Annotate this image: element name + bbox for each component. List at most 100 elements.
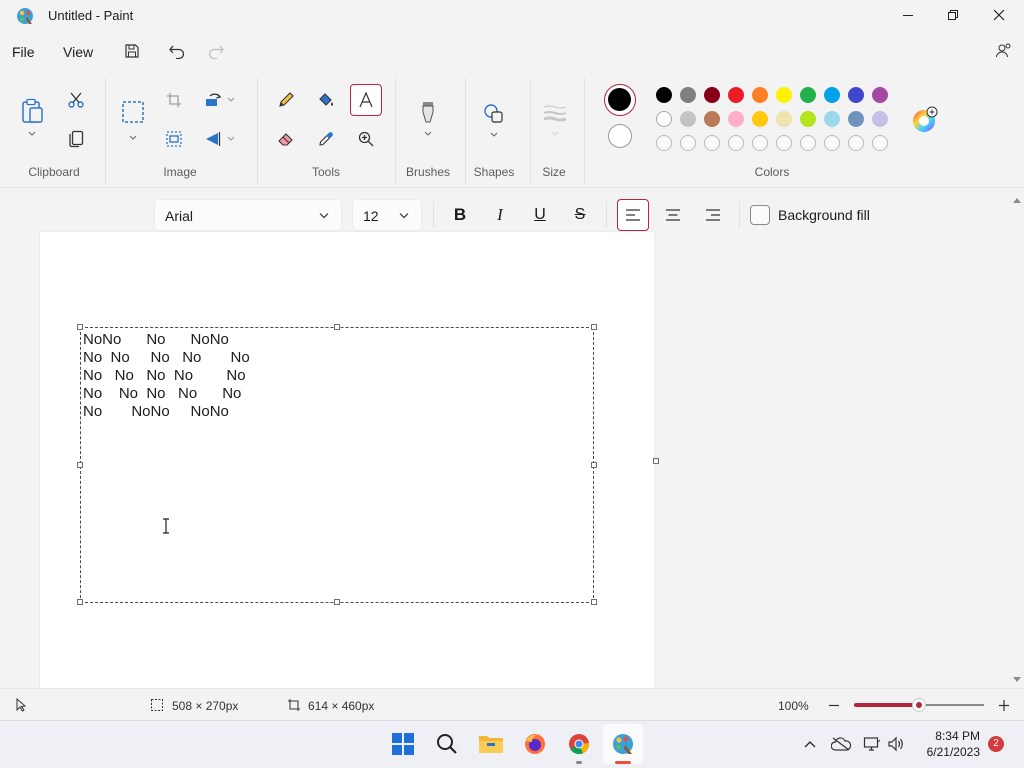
canvas-size: 614 × 460px: [308, 699, 375, 713]
volume-button[interactable]: [886, 734, 906, 754]
edit-colors-button[interactable]: [908, 104, 940, 136]
zoom-level[interactable]: 100%: [778, 699, 809, 713]
vertical-scrollbar[interactable]: [1010, 192, 1024, 688]
color-swatch[interactable]: [656, 87, 672, 103]
color-swatch[interactable]: [728, 111, 744, 127]
resize-handle[interactable]: [591, 324, 597, 330]
network-button[interactable]: [862, 734, 882, 754]
share-button[interactable]: [992, 39, 1016, 63]
custom-color-slot[interactable]: [728, 135, 744, 151]
crop-button[interactable]: [162, 88, 186, 112]
color-swatch[interactable]: [776, 87, 792, 103]
color-swatch[interactable]: [680, 111, 696, 127]
text-box-content[interactable]: NoNo No NoNo No No No No No No No No No …: [83, 331, 250, 421]
color-swatch[interactable]: [704, 111, 720, 127]
resize-handle[interactable]: [77, 324, 83, 330]
resize-handle[interactable]: [591, 599, 597, 605]
text-tool[interactable]: [350, 84, 382, 116]
start-button[interactable]: [387, 728, 419, 760]
color-swatch[interactable]: [824, 87, 840, 103]
color-swatch[interactable]: [728, 87, 744, 103]
color-picker-tool[interactable]: [312, 125, 340, 153]
custom-color-slot[interactable]: [704, 135, 720, 151]
file-explorer-button[interactable]: [475, 728, 507, 760]
clock-date[interactable]: 6/21/2023: [916, 745, 980, 759]
background-fill-checkbox[interactable]: [750, 205, 770, 225]
fill-tool[interactable]: [312, 86, 340, 114]
primary-color-button[interactable]: [604, 84, 636, 116]
select-button[interactable]: [118, 96, 148, 146]
color-swatch[interactable]: [752, 87, 768, 103]
notification-badge[interactable]: 2: [988, 736, 1004, 752]
show-hidden-icons-button[interactable]: [800, 734, 820, 754]
search-button[interactable]: [431, 728, 463, 760]
resize-handle[interactable]: [77, 599, 83, 605]
color-swatch[interactable]: [800, 87, 816, 103]
custom-color-slot[interactable]: [656, 135, 672, 151]
brushes-button[interactable]: [412, 94, 444, 144]
resize-handle[interactable]: [77, 462, 83, 468]
magnifier-tool[interactable]: [352, 125, 380, 153]
minimize-button[interactable]: [884, 0, 932, 30]
font-size-dropdown[interactable]: 12: [352, 199, 422, 231]
custom-color-slot[interactable]: [776, 135, 792, 151]
align-center-button[interactable]: [657, 199, 689, 231]
undo-button[interactable]: [164, 39, 190, 63]
shapes-button[interactable]: [478, 96, 510, 146]
cut-button[interactable]: [63, 88, 89, 112]
zoom-slider[interactable]: [854, 699, 984, 711]
font-family-dropdown[interactable]: Arial: [154, 199, 342, 231]
onedrive-button[interactable]: [830, 734, 852, 754]
resize-button[interactable]: [162, 127, 186, 151]
firefox-button[interactable]: [519, 728, 551, 760]
canvas-resize-handle[interactable]: [653, 458, 659, 464]
custom-color-slot[interactable]: [800, 135, 816, 151]
custom-color-slot[interactable]: [752, 135, 768, 151]
align-right-button[interactable]: [697, 199, 729, 231]
color-swatch[interactable]: [656, 111, 672, 127]
custom-color-slot[interactable]: [872, 135, 888, 151]
color-swatch[interactable]: [824, 111, 840, 127]
flip-button[interactable]: [200, 127, 240, 151]
save-button[interactable]: [120, 39, 144, 63]
bold-button[interactable]: B: [446, 200, 474, 230]
strikethrough-button[interactable]: S: [566, 200, 594, 230]
rotate-button[interactable]: [200, 88, 240, 112]
clock-time[interactable]: 8:34 PM: [928, 729, 980, 743]
secondary-color-button[interactable]: [608, 124, 632, 148]
resize-handle[interactable]: [334, 599, 340, 605]
custom-color-slot[interactable]: [824, 135, 840, 151]
restore-button[interactable]: [930, 0, 976, 30]
color-swatch[interactable]: [704, 87, 720, 103]
color-swatch[interactable]: [872, 111, 888, 127]
chrome-icon: [569, 734, 589, 755]
underline-button[interactable]: U: [526, 200, 554, 230]
align-left-button[interactable]: [617, 199, 649, 231]
color-swatch[interactable]: [776, 111, 792, 127]
paint-taskbar-button[interactable]: [603, 724, 643, 764]
view-menu[interactable]: View: [63, 44, 93, 60]
copy-button[interactable]: [63, 127, 89, 151]
color-swatch[interactable]: [800, 111, 816, 127]
chrome-button[interactable]: [563, 728, 595, 760]
color-swatch[interactable]: [848, 111, 864, 127]
color-swatch[interactable]: [752, 111, 768, 127]
file-menu[interactable]: File: [12, 44, 35, 60]
italic-button[interactable]: I: [486, 200, 514, 230]
zoom-out-button[interactable]: [824, 696, 844, 714]
zoom-slider-thumb[interactable]: [913, 699, 925, 711]
color-swatch[interactable]: [848, 87, 864, 103]
pencil-tool[interactable]: [272, 86, 300, 114]
align-right-icon: [706, 209, 720, 221]
custom-color-slot[interactable]: [848, 135, 864, 151]
color-swatch[interactable]: [872, 87, 888, 103]
color-swatch[interactable]: [680, 87, 696, 103]
eraser-tool[interactable]: [272, 125, 300, 153]
zoom-in-button[interactable]: [994, 696, 1014, 714]
paste-button[interactable]: [16, 92, 48, 144]
resize-handle[interactable]: [334, 324, 340, 330]
text-box[interactable]: NoNo No NoNo No No No No No No No No No …: [80, 327, 594, 603]
custom-color-slot[interactable]: [680, 135, 696, 151]
resize-handle[interactable]: [591, 462, 597, 468]
close-window-button[interactable]: [976, 0, 1022, 30]
